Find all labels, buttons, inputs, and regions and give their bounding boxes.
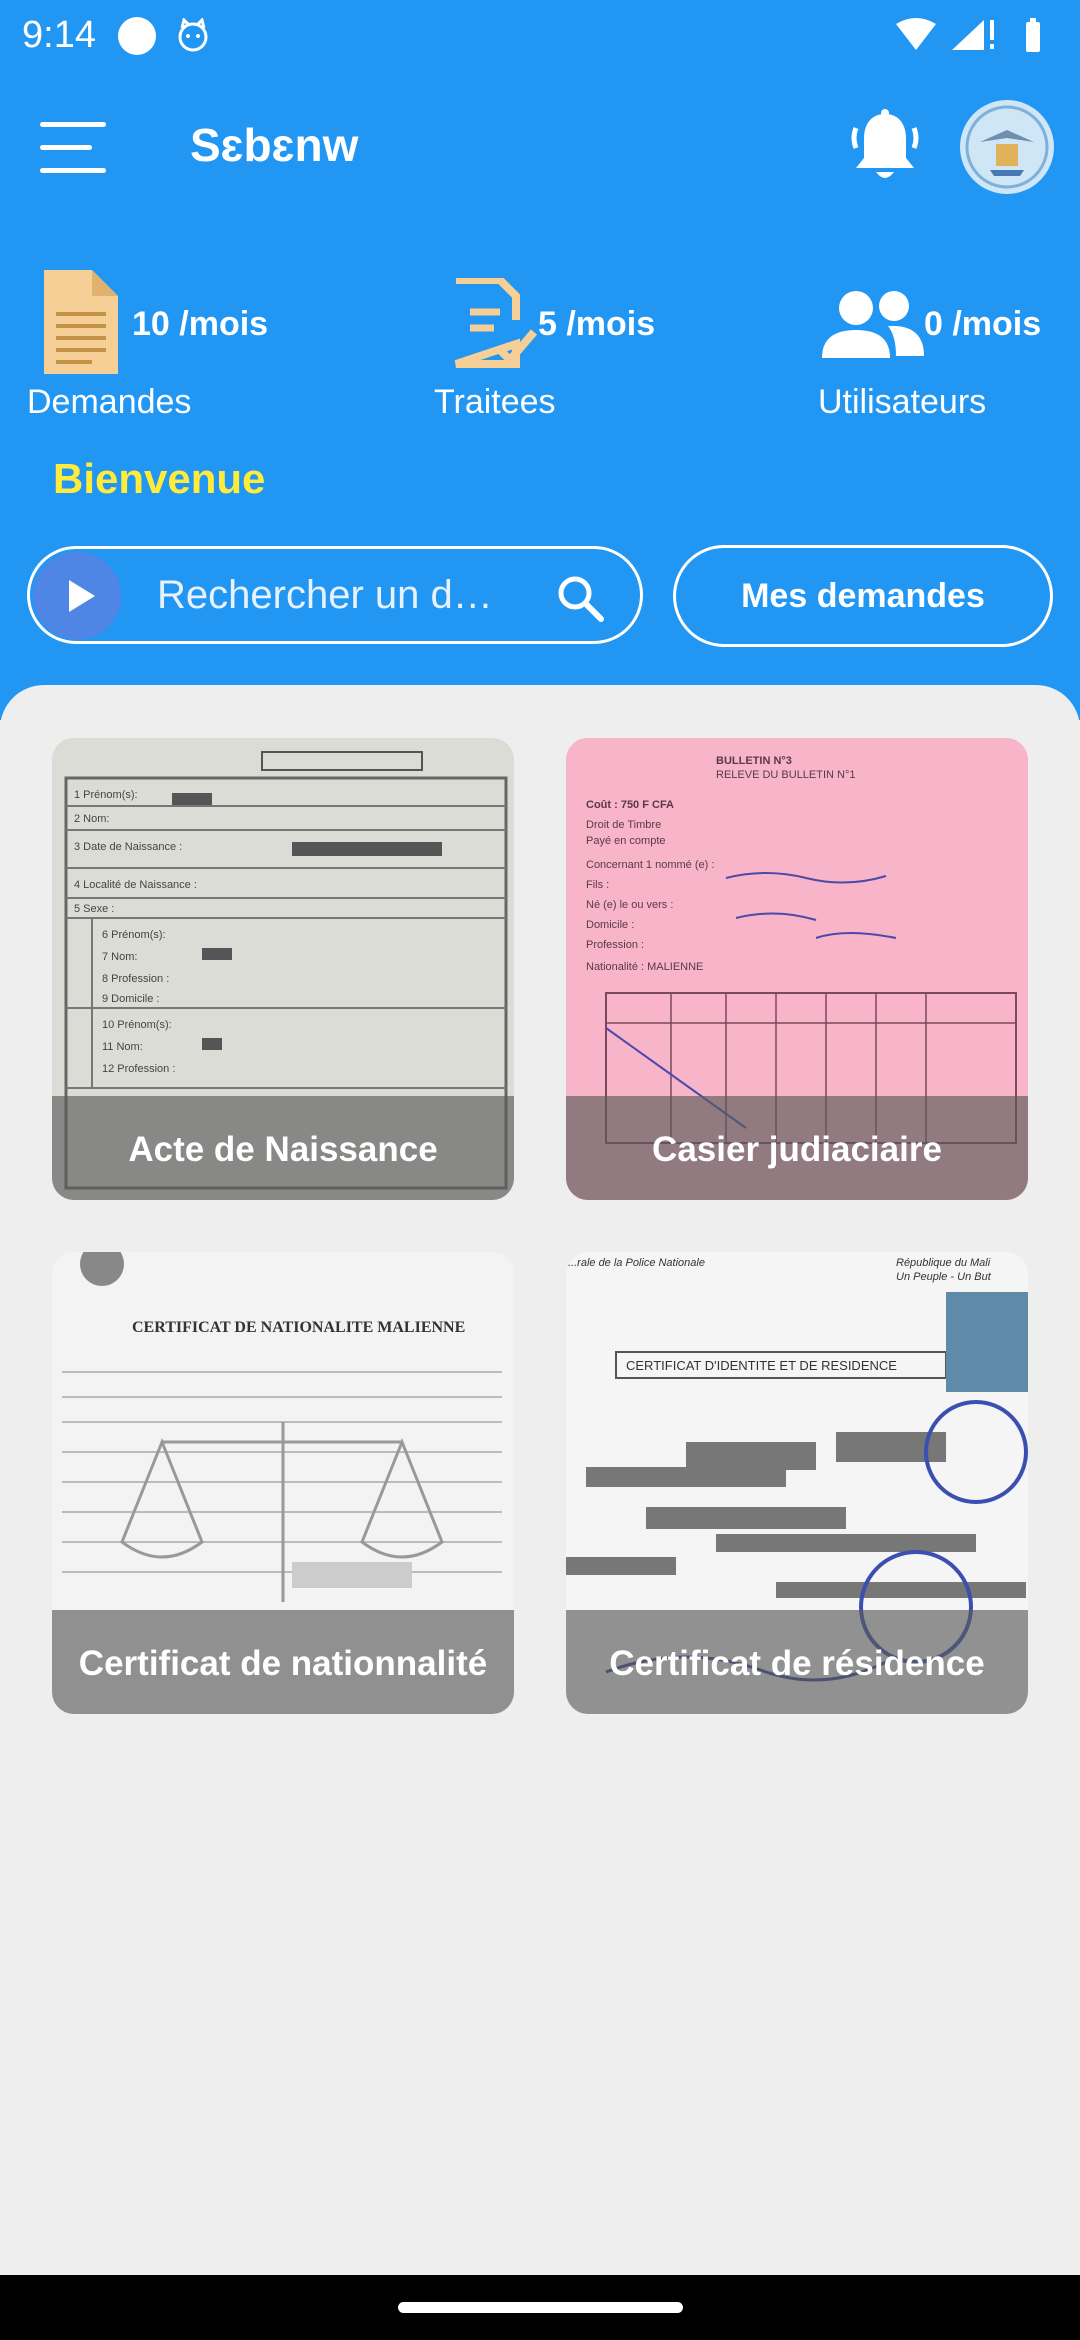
svg-text:4 Localité de Naissance :: 4 Localité de Naissance : <box>74 879 197 891</box>
card-certificat-nationalite[interactable]: CERTIFICAT DE NATIONALITE MALIENNE Certi… <box>52 1252 514 1714</box>
cat-icon <box>178 18 208 52</box>
my-requests-button[interactable]: Mes demandes <box>673 545 1053 647</box>
svg-text:6 Prénom(s):: 6 Prénom(s): <box>102 929 166 941</box>
card-casier-judiciaire[interactable]: BULLETIN N°3 RELEVE DU BULLETIN N°1 Coût… <box>566 738 1028 1200</box>
svg-text:...rale de la Police Nationale: ...rale de la Police Nationale <box>568 1257 705 1269</box>
svg-text:Un Peuple - Un But: Un Peuple - Un But <box>896 1271 992 1283</box>
search-input[interactable]: Rechercher un d… <box>157 573 537 618</box>
svg-text:11 Nom:: 11 Nom: <box>102 1041 143 1053</box>
svg-text:10 Prénom(s):: 10 Prénom(s): <box>102 1019 172 1031</box>
card-label: Certificat de résidence <box>609 1644 985 1683</box>
svg-text:BULLETIN N°3: BULLETIN N°3 <box>716 755 792 767</box>
svg-text:8 Profession :: 8 Profession : <box>102 973 169 985</box>
svg-text:République du Mali: République du Mali <box>896 1257 991 1269</box>
traitees-label: Traitees <box>434 383 556 421</box>
svg-text:Domicile :: Domicile : <box>586 919 634 931</box>
system-navigation-bar <box>0 2275 1080 2340</box>
svg-text:Fils :: Fils : <box>586 879 609 891</box>
card-label: Certificat de nationnalité <box>78 1644 488 1683</box>
demandes-count: 10 /mois <box>132 305 269 343</box>
svg-text:Nationalité : MALIENNE: Nationalité : MALIENNE <box>586 961 703 973</box>
search-icon[interactable] <box>555 573 605 623</box>
svg-text:Concernant 1 nommé (e) :: Concernant 1 nommé (e) : <box>586 859 714 871</box>
welcome-text: Bienvenue <box>53 455 266 502</box>
svg-text:Profession :: Profession : <box>586 939 644 951</box>
svg-text:12 Profession :: 12 Profession : <box>102 1063 175 1075</box>
notification-bell-icon[interactable] <box>848 108 922 186</box>
traitees-count: 5 /mois <box>538 305 656 343</box>
document-check-icon <box>454 278 538 368</box>
emblem-icon <box>965 105 1049 189</box>
utilisateurs-count: 0 /mois <box>924 305 1042 343</box>
play-button[interactable] <box>33 552 121 640</box>
card-certificat-residence[interactable]: ...rale de la Police Nationale République… <box>566 1252 1028 1714</box>
svg-text:2 Nom:: 2 Nom: <box>74 813 109 825</box>
menu-icon[interactable] <box>40 120 110 176</box>
play-icon <box>69 580 95 612</box>
svg-text:5 Sexe :: 5 Sexe : <box>74 903 114 915</box>
svg-text:CERTIFICAT D'IDENTITE ET DE RE: CERTIFICAT D'IDENTITE ET DE RESIDENCE <box>626 1358 897 1373</box>
users-icon <box>822 291 924 358</box>
app-header: 9:14 Sɛbɛnw 10 /mois Demandes 5 /mois Tr… <box>0 0 1080 720</box>
card-label: Acte de Naissance <box>128 1130 438 1169</box>
svg-text:Droit de Timbre: Droit de Timbre <box>586 819 661 831</box>
demandes-label: Demandes <box>27 383 192 421</box>
profile-avatar[interactable] <box>960 100 1054 194</box>
wifi-signal-battery-icon <box>896 18 1040 52</box>
svg-text:1 Prénom(s):: 1 Prénom(s): <box>74 789 138 801</box>
svg-text:RELEVE DU BULLETIN N°1: RELEVE DU BULLETIN N°1 <box>716 769 856 781</box>
svg-text:Coût : 750 F CFA: Coût : 750 F CFA <box>586 799 674 811</box>
card-acte-naissance[interactable]: 1 Prénom(s): 2 Nom: 3 Date de Naissance :… <box>52 738 514 1200</box>
document-icon <box>44 270 118 374</box>
svg-text:3 Date de Naissance :: 3 Date de Naissance : <box>74 841 182 853</box>
svg-text:7 Nom:: 7 Nom: <box>102 951 137 963</box>
app-title: Sɛbɛnw <box>190 119 359 171</box>
home-gesture-handle[interactable] <box>398 2302 683 2313</box>
card-label: Casier judiaciaire <box>652 1130 942 1169</box>
svg-text:Payé en compte: Payé en compte <box>586 835 666 847</box>
utilisateurs-label: Utilisateurs <box>818 383 987 421</box>
svg-text:CERTIFICAT DE NATIONALITE MALI: CERTIFICAT DE NATIONALITE MALIENNE <box>132 1319 465 1336</box>
status-time: 9:14 <box>22 14 96 56</box>
svg-text:9 Domicile :: 9 Domicile : <box>102 993 159 1005</box>
notification-dot-icon <box>118 17 156 55</box>
documents-panel: 1 Prénom(s): 2 Nom: 3 Date de Naissance :… <box>0 685 1080 2275</box>
svg-text:Né (e) le ou vers :: Né (e) le ou vers : <box>586 899 673 911</box>
search-bar[interactable]: Rechercher un d… <box>27 546 643 644</box>
